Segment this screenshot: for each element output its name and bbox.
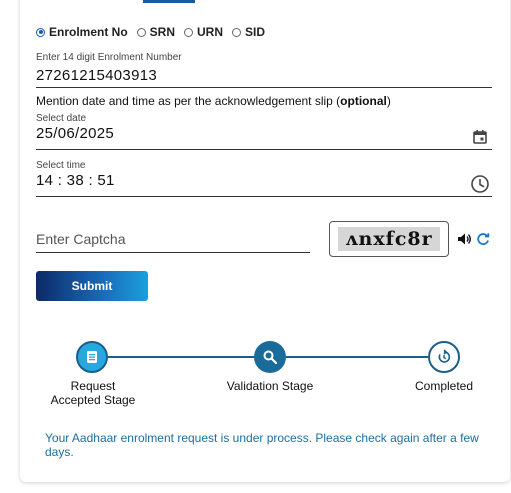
stepper-connector-2 <box>286 356 428 358</box>
clock-icon[interactable] <box>470 174 490 194</box>
date-field-underline <box>36 149 492 150</box>
date-time-hint-text: Mention date and time as per the acknowl… <box>36 94 341 108</box>
calendar-icon[interactable] <box>472 129 488 145</box>
captcha-image: ʌnxfc8r <box>338 227 440 251</box>
enrolment-number-value[interactable]: 27261215403913 <box>36 67 492 87</box>
step-request-label-line1: Request <box>70 379 116 393</box>
radio-srn-label: SRN <box>149 25 176 39</box>
step-validation <box>254 341 286 373</box>
radio-srn-dot[interactable] <box>136 27 146 37</box>
active-tab-indicator <box>143 0 195 3</box>
step-request-accepted <box>76 341 108 373</box>
step-validation-label: Validation Stage <box>226 379 314 393</box>
refresh-icon[interactable] <box>475 231 491 247</box>
radio-srn[interactable]: SRN <box>136 25 176 39</box>
date-field[interactable]: Select date 25/06/2025 <box>36 113 492 150</box>
enrolment-number-underline <box>36 87 492 88</box>
document-icon <box>87 351 97 363</box>
time-field[interactable]: Select time 14 : 38 : 51 <box>36 160 492 197</box>
radio-enrolment-no-label: Enrolment No <box>49 25 128 39</box>
date-field-label: Select date <box>36 113 87 124</box>
stepper-connector-1 <box>108 356 254 358</box>
enrolment-number-field[interactable]: Enter 14 digit Enrolment Number 27261215… <box>36 52 492 88</box>
optional-label: optional <box>340 94 387 108</box>
radio-sid[interactable]: SID <box>232 25 265 39</box>
refresh-arrow-icon <box>438 349 451 363</box>
radio-urn[interactable]: URN <box>184 25 223 39</box>
step-request-label-line2: Accepted Stage <box>50 393 136 407</box>
captcha-image-box: ʌnxfc8r <box>329 221 449 257</box>
radio-urn-dot[interactable] <box>184 27 194 37</box>
date-field-value[interactable]: 25/06/2025 <box>36 125 492 149</box>
speaker-icon[interactable] <box>456 231 472 247</box>
status-message: Your Aadhaar enrolment request is under … <box>45 431 479 459</box>
date-time-hint-close: ) <box>386 94 391 108</box>
captcha-input[interactable]: Enter Captcha <box>36 230 310 253</box>
step-completed <box>428 341 460 373</box>
captcha-underline <box>36 252 310 253</box>
step-request-accepted-label: Request Accepted Stage <box>42 379 144 407</box>
enrolment-number-label: Enter 14 digit Enrolment Number <box>36 52 182 63</box>
submit-button[interactable]: Submit <box>36 271 148 301</box>
time-field-label: Select time <box>36 160 86 171</box>
time-field-underline <box>36 196 492 197</box>
radio-urn-label: URN <box>197 25 224 39</box>
step-completed-label: Completed <box>414 379 474 393</box>
date-time-hint: Mention date and time as per the acknowl… <box>36 94 391 108</box>
captcha-placeholder[interactable]: Enter Captcha <box>36 230 310 252</box>
radio-enrolment-no-dot[interactable] <box>36 27 45 37</box>
radio-sid-label: SID <box>245 25 266 39</box>
time-field-value[interactable]: 14 : 38 : 51 <box>36 172 492 196</box>
radio-enrolment-no[interactable]: Enrolment No <box>36 25 128 39</box>
search-icon <box>263 350 278 365</box>
radio-sid-dot[interactable] <box>232 27 242 37</box>
id-type-radio-group: Enrolment No SRN URN SID <box>36 24 274 40</box>
